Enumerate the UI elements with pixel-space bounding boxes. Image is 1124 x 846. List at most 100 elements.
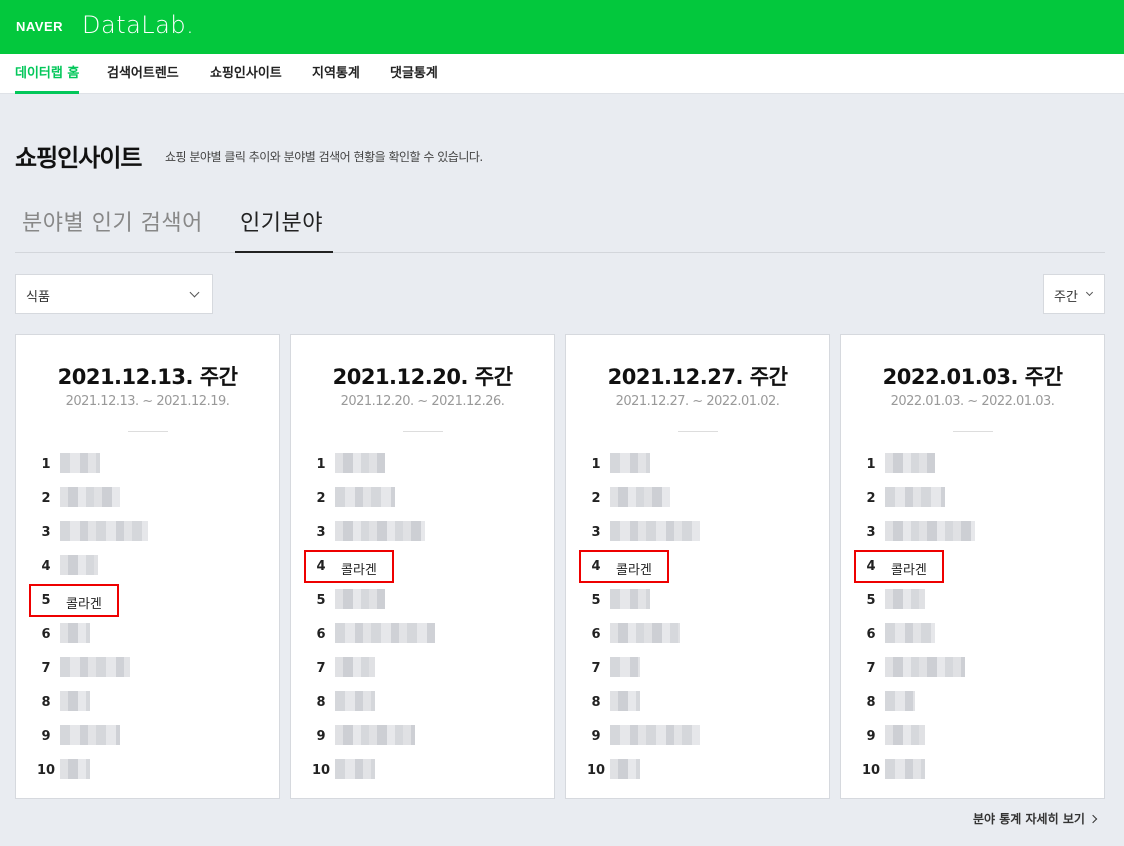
page-title: 쇼핑인사이트 — [15, 144, 142, 172]
rank-number: 9 — [591, 729, 601, 744]
rank-number: 8 — [591, 695, 601, 710]
rank-number: 1 — [316, 457, 326, 472]
redacted-keyword — [610, 453, 650, 473]
rank-number: 6 — [866, 627, 876, 642]
card-date-range: 2022.01.03. ~ 2022.01.03. — [890, 394, 1055, 409]
rank-number: 10 — [861, 763, 881, 778]
rank-number: 9 — [41, 729, 51, 744]
nav-item-datalab-home[interactable]: 데이터랩 홈 — [15, 54, 80, 94]
period-select-value: 주간 — [1054, 290, 1078, 305]
chevron-down-icon — [1085, 288, 1094, 297]
rank-number: 7 — [316, 661, 326, 676]
rank-number: 2 — [41, 491, 51, 506]
rank-number: 9 — [316, 729, 326, 744]
tab-popular-categories[interactable]: 인기분야 — [240, 205, 323, 237]
redacted-keyword — [610, 759, 640, 779]
chevron-down-icon — [189, 287, 200, 298]
rank-row[interactable]: 6 — [861, 621, 1081, 649]
rank-row[interactable]: 1 — [36, 451, 256, 479]
rank-row[interactable]: 3 — [36, 519, 256, 547]
redacted-keyword — [885, 623, 935, 643]
rank-number: 2 — [591, 491, 601, 506]
rank-row[interactable]: 9 — [586, 723, 806, 751]
rank-row[interactable]: 10 — [861, 757, 1081, 785]
rank-number: 8 — [866, 695, 876, 710]
rank-row[interactable]: 6 — [311, 621, 531, 649]
rank-number: 10 — [311, 763, 331, 778]
top-header-bar: NAVER DataLab. — [0, 0, 1124, 54]
rank-number: 10 — [36, 763, 56, 778]
rank-row[interactable]: 4 — [36, 553, 256, 581]
rank-row[interactable]: 5 — [586, 587, 806, 615]
rank-row[interactable]: 10 — [36, 757, 256, 785]
nav-item-regional-stats[interactable]: 지역통계 — [312, 54, 360, 94]
rank-row[interactable]: 7 — [586, 655, 806, 683]
rank-row[interactable]: 2 — [36, 485, 256, 513]
rank-row[interactable]: 8 — [311, 689, 531, 717]
redacted-keyword — [335, 691, 375, 711]
nav-item-shopping-insight[interactable]: 쇼핑인사이트 — [210, 54, 282, 94]
redacted-keyword — [335, 759, 375, 779]
card-divider — [128, 431, 168, 432]
rank-row[interactable]: 5 — [311, 587, 531, 615]
rank-row[interactable]: 9 — [861, 723, 1081, 751]
rank-number: 6 — [591, 627, 601, 642]
redacted-keyword — [60, 555, 98, 575]
highlight-box — [579, 550, 669, 583]
card-week-title: 2021.12.27. 주간 — [607, 365, 788, 389]
rank-row[interactable]: 3 — [586, 519, 806, 547]
redacted-keyword — [610, 521, 700, 541]
weekly-card: 2022.01.03. 주간 2022.01.03. ~ 2022.01.03. 1… — [840, 334, 1105, 799]
rank-row[interactable]: 2 — [311, 485, 531, 513]
datalab-logo[interactable]: DataLab. — [82, 11, 194, 39]
rank-row[interactable]: 9 — [311, 723, 531, 751]
rank-row[interactable]: 2 — [586, 485, 806, 513]
rank-row[interactable]: 1 — [861, 451, 1081, 479]
rank-number: 6 — [316, 627, 326, 642]
rank-row[interactable]: 1 — [311, 451, 531, 479]
redacted-keyword — [610, 657, 640, 677]
rank-row[interactable]: 8 — [586, 689, 806, 717]
rank-number: 5 — [591, 593, 601, 608]
redacted-keyword — [60, 759, 90, 779]
rank-row[interactable]: 7 — [311, 655, 531, 683]
rank-row[interactable]: 3 — [861, 519, 1081, 547]
nav-item-search-trend[interactable]: 검색어트렌드 — [107, 54, 179, 94]
redacted-keyword — [610, 487, 670, 507]
redacted-keyword — [885, 657, 965, 677]
rank-number: 3 — [866, 525, 876, 540]
redacted-keyword — [60, 487, 120, 507]
redacted-keyword — [885, 725, 925, 745]
rank-number: 5 — [866, 593, 876, 608]
rank-row[interactable]: 7 — [36, 655, 256, 683]
rank-number: 3 — [316, 525, 326, 540]
category-select[interactable]: 식품 — [15, 274, 213, 314]
rank-row[interactable]: 8 — [861, 689, 1081, 717]
more-stats-link[interactable]: 분야 통계 자세히 보기 — [973, 810, 1098, 827]
rank-number: 5 — [316, 593, 326, 608]
redacted-keyword — [335, 589, 385, 609]
tab-popular-keywords[interactable]: 분야별 인기 검색어 — [22, 205, 203, 237]
period-select[interactable]: 주간 — [1043, 274, 1105, 314]
rank-row[interactable]: 1 — [586, 451, 806, 479]
nav-item-comment-stats[interactable]: 댓글통계 — [390, 54, 438, 94]
redacted-keyword — [610, 725, 700, 745]
sub-navigation: 데이터랩 홈 검색어트렌드 쇼핑인사이트 지역통계 댓글통계 — [0, 54, 1124, 94]
active-tab-indicator — [235, 251, 333, 253]
rank-row[interactable]: 5 — [861, 587, 1081, 615]
redacted-keyword — [610, 623, 680, 643]
rank-row[interactable]: 6 — [586, 621, 806, 649]
redacted-keyword — [335, 725, 415, 745]
rank-row[interactable]: 7 — [861, 655, 1081, 683]
rank-row[interactable]: 10 — [586, 757, 806, 785]
rank-row[interactable]: 6 — [36, 621, 256, 649]
redacted-keyword — [60, 725, 120, 745]
highlight-box — [304, 550, 394, 583]
rank-row[interactable]: 10 — [311, 757, 531, 785]
tabs-divider — [15, 252, 1105, 253]
naver-logo[interactable]: NAVER — [16, 19, 63, 34]
rank-row[interactable]: 9 — [36, 723, 256, 751]
rank-row[interactable]: 2 — [861, 485, 1081, 513]
rank-row[interactable]: 8 — [36, 689, 256, 717]
rank-row[interactable]: 3 — [311, 519, 531, 547]
